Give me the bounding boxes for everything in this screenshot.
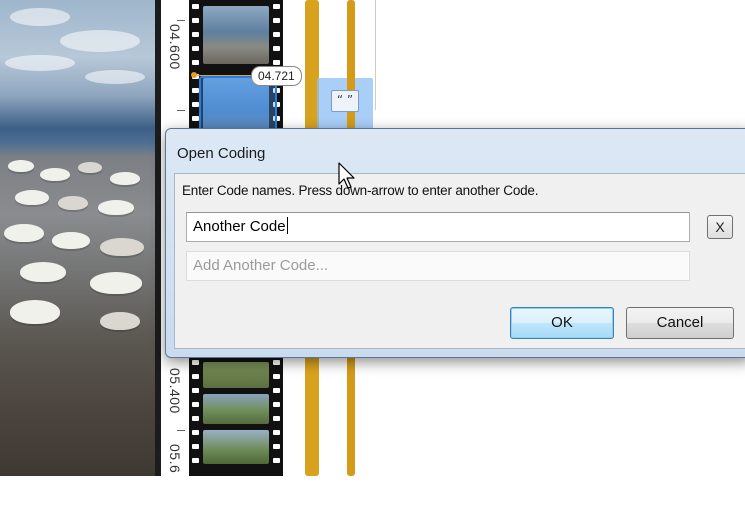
timecode-label: 05.400 [167,368,183,414]
cancel-button[interactable]: Cancel [626,307,734,339]
open-coding-dialog: Open Coding Enter Code names. Press down… [165,128,745,358]
film-frame [203,430,269,464]
ok-button[interactable]: OK [510,307,614,339]
film-frame [203,362,269,388]
code-name-value: Another Code [193,218,286,235]
text-caret [286,217,288,234]
video-preview [0,0,155,476]
playhead-time: 04.721 [251,66,302,86]
dialog-body: Enter Code names. Press down-arrow to en… [174,173,745,349]
arrow-cursor-icon [338,162,355,189]
timeline-tick [177,110,185,111]
dialog-title: Open Coding [177,145,266,162]
playhead-line [197,75,253,76]
film-frame [203,394,269,424]
instructions-text: Enter Code names. Press down-arrow to en… [182,183,539,198]
timecode-label: 05.6 [167,444,183,474]
timecode-label: 04.600 [167,24,183,70]
timeline-tick [177,20,185,21]
add-code-input[interactable]: Add Another Code... [186,251,690,281]
film-frame [203,6,269,64]
timeline-border [375,0,376,110]
timeline-tick [177,430,185,431]
clear-code-button[interactable]: X [707,215,733,239]
quote-marker-icon[interactable]: “ ” [331,90,359,112]
code-name-input[interactable]: Another Code [186,212,690,242]
